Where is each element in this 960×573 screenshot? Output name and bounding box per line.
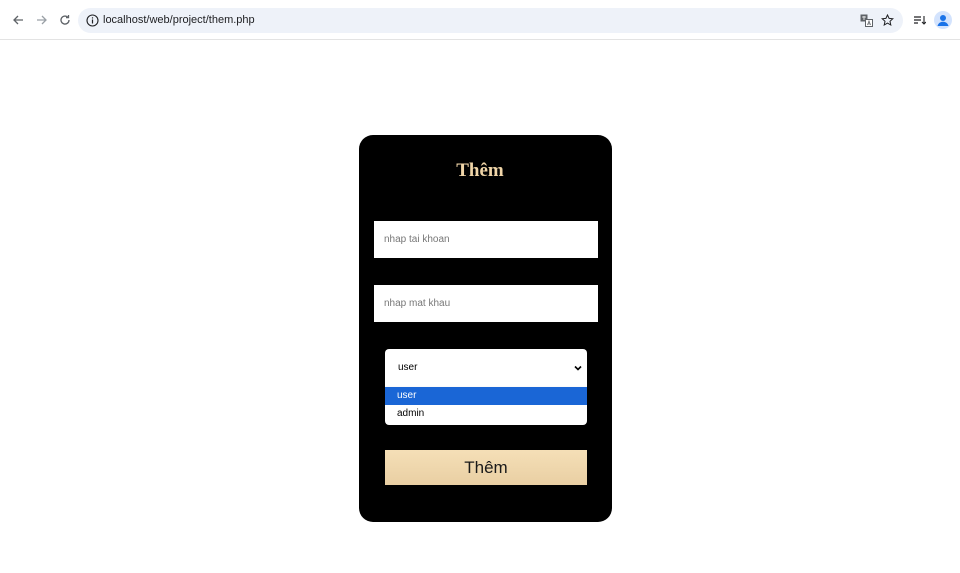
form-title: Thêm	[456, 160, 504, 181]
reading-list-button[interactable]	[910, 11, 928, 29]
url-text[interactable]: localhost/web/project/them.php	[103, 13, 255, 28]
role-select[interactable]: user	[385, 349, 587, 387]
chevron-down-icon	[574, 365, 582, 371]
username-input[interactable]	[374, 221, 598, 258]
forward-button[interactable]	[33, 11, 51, 29]
browser-toolbar: localhost/web/project/them.php	[0, 0, 960, 40]
translate-button[interactable]	[859, 13, 874, 28]
address-bar[interactable]: localhost/web/project/them.php	[78, 8, 903, 33]
person-icon	[937, 15, 949, 26]
role-dropdown-list: user admin	[385, 387, 587, 425]
arrow-left-icon	[13, 15, 23, 25]
info-icon[interactable]	[86, 14, 99, 27]
role-option-admin[interactable]: admin	[385, 405, 587, 423]
back-button[interactable]	[9, 11, 27, 29]
reload-button[interactable]	[56, 11, 74, 29]
star-icon	[881, 14, 894, 26]
role-select-value: user	[398, 362, 418, 373]
arrow-right-icon	[37, 15, 47, 25]
profile-avatar[interactable]	[934, 11, 952, 29]
translate-icon	[860, 14, 873, 27]
bookmark-button[interactable]	[880, 13, 895, 28]
reading-list-icon	[913, 15, 926, 25]
role-option-user[interactable]: user	[385, 387, 587, 405]
submit-button[interactable]: Thêm	[385, 450, 587, 485]
reload-icon	[60, 15, 70, 25]
password-input[interactable]	[374, 285, 598, 322]
